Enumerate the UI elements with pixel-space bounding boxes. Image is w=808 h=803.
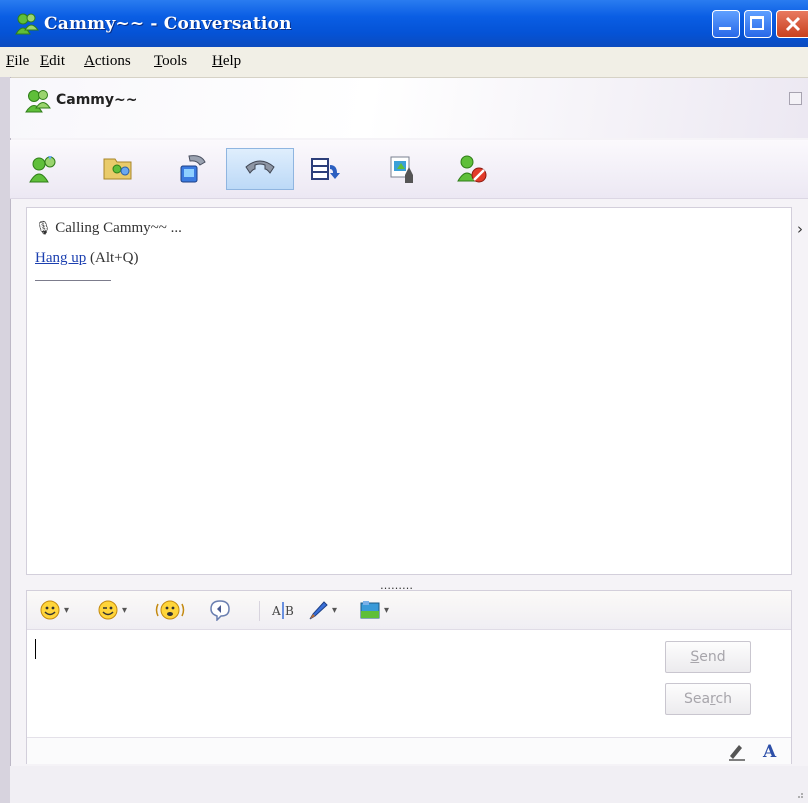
contact-icon bbox=[15, 13, 39, 35]
close-button[interactable] bbox=[776, 10, 808, 38]
invite-button[interactable] bbox=[22, 148, 66, 190]
menu-actions[interactable]: Actions bbox=[84, 53, 131, 70]
menu-help[interactable]: Help bbox=[212, 53, 241, 70]
activities-button[interactable] bbox=[304, 148, 348, 190]
call-icon bbox=[245, 160, 275, 174]
format-toolbar: ▾ ▾ AB ▾ ▾ bbox=[27, 591, 791, 630]
title-bar[interactable]: Cammy~~ - Conversation bbox=[0, 0, 808, 47]
send-button[interactable]: Send bbox=[665, 641, 751, 673]
menu-file[interactable]: File bbox=[6, 53, 29, 70]
text-format-icon[interactable]: A bbox=[761, 740, 781, 760]
hangup-link[interactable]: Hang up bbox=[35, 250, 86, 266]
window-title: Cammy~~ - Conversation bbox=[44, 14, 292, 34]
block-button[interactable] bbox=[450, 148, 494, 190]
wallpaper-button[interactable]: ▾ bbox=[359, 599, 389, 621]
maximize-button[interactable] bbox=[744, 10, 772, 38]
chevron-down-icon: ▾ bbox=[64, 604, 70, 616]
hangup-divider bbox=[35, 280, 111, 281]
microphone-icon: 🎙 bbox=[35, 221, 52, 236]
conversation-window: Cammy~~ - Conversation File Edit Actions… bbox=[0, 0, 808, 803]
handwriting-icon[interactable] bbox=[727, 741, 747, 761]
background-icon bbox=[309, 601, 328, 620]
call-status-text: Calling Cammy~~ ... bbox=[55, 220, 182, 236]
block-icon bbox=[457, 155, 487, 183]
emoticon-icon bbox=[40, 600, 60, 620]
minimize-button[interactable] bbox=[712, 10, 740, 38]
video-call-icon bbox=[180, 155, 206, 183]
games-button[interactable] bbox=[380, 148, 424, 190]
contact-name: Cammy~~ bbox=[56, 92, 138, 108]
svg-text:A: A bbox=[271, 604, 281, 618]
video-call-button[interactable] bbox=[170, 148, 214, 190]
resize-grip-icon[interactable] bbox=[794, 789, 804, 799]
hangup-line: Hang up (Alt+Q) bbox=[35, 250, 138, 267]
contact-header: Cammy~~ bbox=[10, 78, 808, 138]
background-button[interactable]: ▾ bbox=[307, 599, 337, 621]
search-button[interactable]: Search bbox=[665, 683, 751, 715]
nudge-button[interactable] bbox=[155, 599, 185, 621]
wallpaper-icon bbox=[360, 601, 380, 619]
status-bar bbox=[10, 766, 808, 803]
share-files-icon bbox=[103, 158, 132, 180]
expand-sidebar-arrow[interactable]: › bbox=[797, 220, 803, 238]
hangup-shortcut: (Alt+Q) bbox=[90, 250, 139, 266]
voice-clip-icon bbox=[210, 600, 230, 621]
font-button[interactable]: AB bbox=[271, 599, 297, 621]
compose-bottom-bar: A bbox=[27, 737, 791, 764]
activities-icon bbox=[311, 158, 340, 180]
font-icon: AB bbox=[271, 602, 294, 619]
menu-tools[interactable]: Tools bbox=[154, 53, 187, 70]
invite-icon bbox=[29, 156, 56, 183]
svg-text:A: A bbox=[762, 742, 777, 760]
call-button[interactable] bbox=[226, 148, 294, 190]
message-input[interactable] bbox=[27, 629, 657, 735]
chevron-down-icon: ▾ bbox=[332, 604, 338, 616]
emoticon-button[interactable]: ▾ bbox=[39, 599, 69, 621]
contact-status-icon bbox=[25, 90, 51, 113]
games-icon bbox=[390, 156, 413, 183]
wink-button[interactable]: ▾ bbox=[97, 599, 127, 621]
share-files-button[interactable] bbox=[96, 148, 140, 190]
svg-text:B: B bbox=[285, 604, 294, 618]
action-toolbar bbox=[10, 140, 808, 199]
wink-icon bbox=[98, 600, 118, 620]
collapse-header-button[interactable] bbox=[789, 92, 802, 105]
conversation-history[interactable]: 🎙 Calling Cammy~~ ... Hang up (Alt+Q) bbox=[26, 207, 792, 575]
menu-edit[interactable]: Edit bbox=[40, 53, 65, 70]
compose-area: ▾ ▾ AB ▾ ▾ Send Search A bbox=[26, 590, 792, 764]
menu-bar: File Edit Actions Tools Help bbox=[0, 47, 808, 78]
toolbar-divider bbox=[259, 601, 260, 621]
chevron-down-icon: ▾ bbox=[122, 604, 128, 616]
chevron-down-icon: ▾ bbox=[384, 604, 390, 616]
voice-clip-button[interactable] bbox=[209, 599, 231, 621]
nudge-icon bbox=[155, 600, 185, 620]
call-status-line: 🎙 Calling Cammy~~ ... bbox=[35, 220, 182, 237]
